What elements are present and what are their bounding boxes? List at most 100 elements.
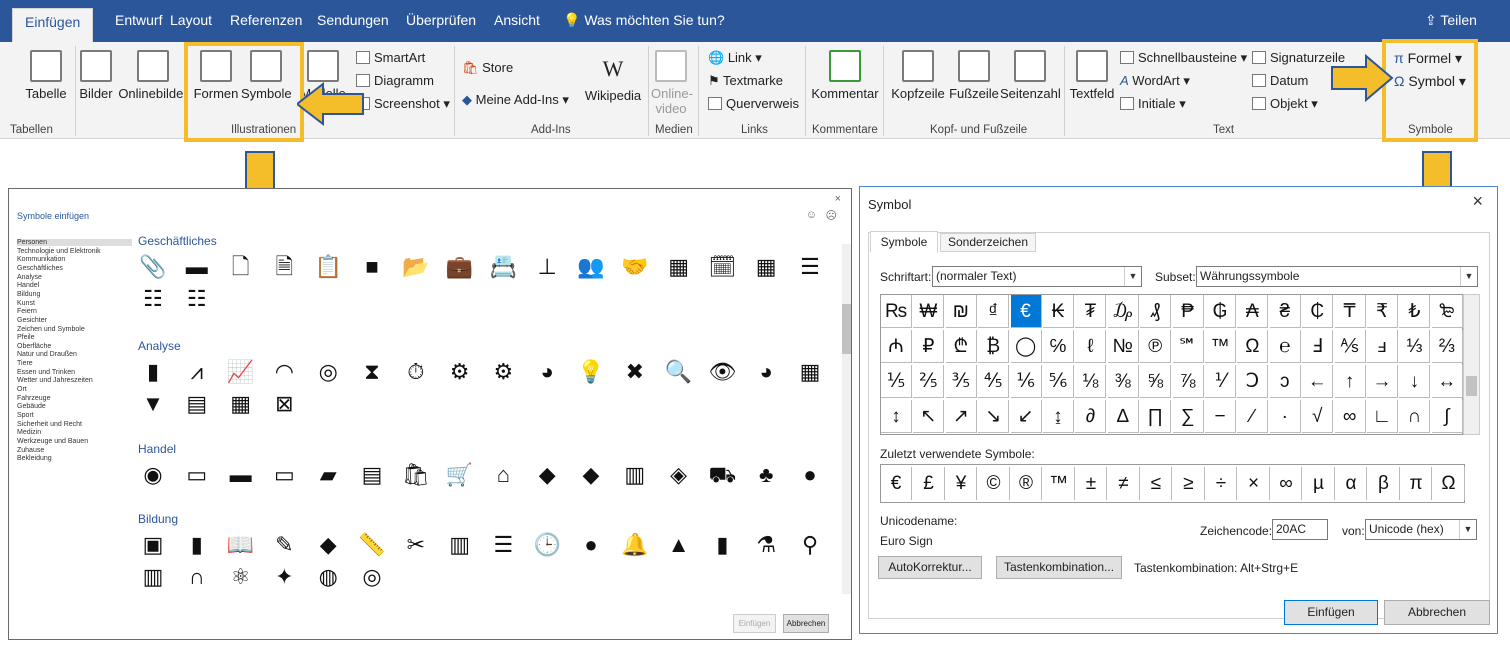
- sidebar-item[interactable]: Bekleidung: [17, 455, 132, 462]
- recent-symbol-cell[interactable]: ÷: [1206, 467, 1237, 500]
- sidebar-item[interactable]: Wetter und Jahreszeiten: [17, 377, 132, 384]
- icon-tile[interactable]: ▬: [226, 460, 256, 490]
- icon-tile[interactable]: ▥: [138, 562, 168, 592]
- symbol-cell[interactable]: ↑: [1334, 364, 1366, 398]
- recent-symbol-cell[interactable]: ∞: [1271, 467, 1302, 500]
- symbol-cancel-button[interactable]: Abbrechen: [1384, 600, 1490, 625]
- fusszeile-button[interactable]: Fußzeile: [948, 50, 1000, 101]
- icon-tile[interactable]: ⩘: [182, 357, 212, 387]
- icon-tile[interactable]: ☰: [795, 252, 825, 282]
- recent-symbol-cell[interactable]: ≠: [1109, 467, 1140, 500]
- sidebar-item[interactable]: Personen: [17, 239, 132, 246]
- icon-tile[interactable]: ▣: [138, 530, 168, 560]
- sidebar-item[interactable]: Kommunikation: [17, 256, 132, 263]
- symbol-cell[interactable]: ₴: [1269, 295, 1301, 328]
- symbol-cell[interactable]: ∞: [1334, 399, 1366, 433]
- symbol-cell[interactable]: ₸: [1334, 295, 1366, 328]
- symbol-cell[interactable]: ₵: [1302, 295, 1334, 328]
- symbol-button[interactable]: Ω Symbol ▾: [1394, 73, 1466, 90]
- icon-tile[interactable]: 👁: [707, 357, 737, 387]
- symbol-cell[interactable]: Ⅎ: [1302, 329, 1334, 363]
- icon-tile[interactable]: ●: [576, 530, 606, 560]
- symbol-cell[interactable]: ℅: [1043, 329, 1074, 363]
- icon-tile[interactable]: 🔔: [620, 530, 650, 560]
- sidebar-item[interactable]: Handel: [17, 282, 132, 289]
- screenshot-button[interactable]: Screenshot ▾: [356, 96, 450, 112]
- sidebar-item[interactable]: Geschäftliches: [17, 265, 132, 272]
- seitenzahl-button[interactable]: Seitenzahl: [1000, 50, 1061, 101]
- icon-tile[interactable]: ▤: [182, 389, 212, 419]
- icon-tile[interactable]: ✦: [269, 562, 299, 592]
- symbol-cell[interactable]: ℮: [1269, 329, 1301, 363]
- icon-tile[interactable]: 📎: [138, 252, 168, 282]
- symbol-cell[interactable]: ℗: [1140, 329, 1172, 363]
- icon-tile[interactable]: ✖: [620, 357, 650, 387]
- icon-tile[interactable]: ▦: [664, 252, 694, 282]
- autokorrektur-button[interactable]: AutoKorrektur...: [878, 556, 982, 579]
- recent-symbol-cell[interactable]: £: [914, 467, 945, 500]
- formel-button[interactable]: π Formel ▾: [1394, 50, 1462, 67]
- onlinevideo-button[interactable]: Online-video: [651, 50, 693, 116]
- sidebar-item[interactable]: Kunst: [17, 300, 132, 307]
- symbol-cell[interactable]: ⅓: [1399, 329, 1431, 363]
- sidebar-item[interactable]: Gebäude: [17, 403, 132, 410]
- symbol-cell[interactable]: ⅗: [945, 364, 977, 398]
- icon-tile[interactable]: ◍: [313, 562, 343, 592]
- icon-tile[interactable]: 🤝: [620, 252, 650, 282]
- icon-tile[interactable]: ✂: [401, 530, 431, 560]
- symbol-cell[interactable]: ↘: [978, 399, 1010, 433]
- icon-tile[interactable]: ▦: [751, 252, 781, 282]
- symbol-cell[interactable]: ₲: [1205, 295, 1236, 328]
- tab-sonderzeichen[interactable]: Sonderzeichen: [940, 233, 1036, 252]
- tab-entwurf[interactable]: Entwurf: [115, 12, 162, 28]
- sidebar-item[interactable]: Tiere: [17, 360, 132, 367]
- icon-tile[interactable]: ◈: [664, 460, 694, 490]
- icon-tile[interactable]: 📇: [488, 252, 518, 282]
- icon-tile[interactable]: 🕒: [532, 530, 562, 560]
- meine-addins-button[interactable]: ◆ Meine Add-Ins ▾: [462, 92, 569, 108]
- icon-tile[interactable]: ▬: [182, 252, 212, 282]
- symbol-cell[interactable]: ₰: [1140, 295, 1172, 328]
- symbol-cell[interactable]: ∑: [1172, 399, 1204, 433]
- formen-button[interactable]: Formen: [193, 50, 239, 101]
- icon-tile[interactable]: ☰: [488, 530, 518, 560]
- sidebar-item[interactable]: Sicherheit und Recht: [17, 421, 132, 428]
- tab-sendungen[interactable]: Sendungen: [317, 12, 389, 28]
- icon-tile[interactable]: ⚙: [488, 357, 518, 387]
- symbol-cell[interactable]: ₿: [978, 329, 1010, 363]
- symbol-cell[interactable]: ₯: [1107, 295, 1139, 328]
- icon-tile[interactable]: ▮: [138, 357, 168, 387]
- symbol-cell[interactable]: ₻: [1431, 295, 1463, 328]
- symbol-cell[interactable]: ∕: [1237, 399, 1269, 433]
- tastenkombination-button[interactable]: Tastenkombination...: [996, 556, 1122, 579]
- modelle-button[interactable]: Modelle: [300, 50, 346, 101]
- symbol-cell[interactable]: ₱: [1172, 295, 1204, 328]
- symbol-cell[interactable]: ↙: [1010, 399, 1042, 433]
- tab-ansicht[interactable]: Ansicht: [494, 12, 540, 28]
- icon-tile[interactable]: ◕: [532, 357, 562, 387]
- symbol-cell[interactable]: ₳: [1237, 295, 1269, 328]
- subset-select[interactable]: Währungssymbole ▼: [1196, 266, 1478, 287]
- icon-tile[interactable]: 🛒: [445, 460, 475, 490]
- symbol-cell[interactable]: ™: [1205, 329, 1236, 363]
- initiale-button[interactable]: Initiale ▾: [1120, 96, 1186, 112]
- symbol-cell[interactable]: ∙: [1269, 399, 1301, 433]
- objekt-button[interactable]: Objekt ▾: [1252, 96, 1318, 112]
- symbol-cell[interactable]: ₮: [1075, 295, 1107, 328]
- symbol-grid-scrollbar[interactable]: [1463, 294, 1480, 435]
- kommentar-button[interactable]: Kommentar: [810, 50, 880, 101]
- icon-tile[interactable]: 🗓: [707, 252, 737, 282]
- tab-ueberpruefen[interactable]: Überprüfen: [406, 12, 476, 28]
- icon-tile[interactable]: 🗋: [226, 252, 256, 282]
- sidebar-item[interactable]: Fahrzeuge: [17, 395, 132, 402]
- symbol-cell[interactable]: ⅛: [1075, 364, 1107, 398]
- insert-icons-insert-button[interactable]: Einfügen: [733, 614, 776, 633]
- symbol-cell[interactable]: ↄ: [1269, 364, 1301, 398]
- icon-tile[interactable]: ◆: [532, 460, 562, 490]
- icon-tile[interactable]: ⚗: [751, 530, 781, 560]
- recent-symbol-cell[interactable]: α: [1336, 467, 1367, 500]
- icon-tile[interactable]: ☷: [182, 284, 212, 314]
- icon-tile[interactable]: 📖: [226, 530, 256, 560]
- scroll-thumb[interactable]: [842, 304, 851, 354]
- wordart-button[interactable]: A WordArt ▾: [1120, 73, 1190, 89]
